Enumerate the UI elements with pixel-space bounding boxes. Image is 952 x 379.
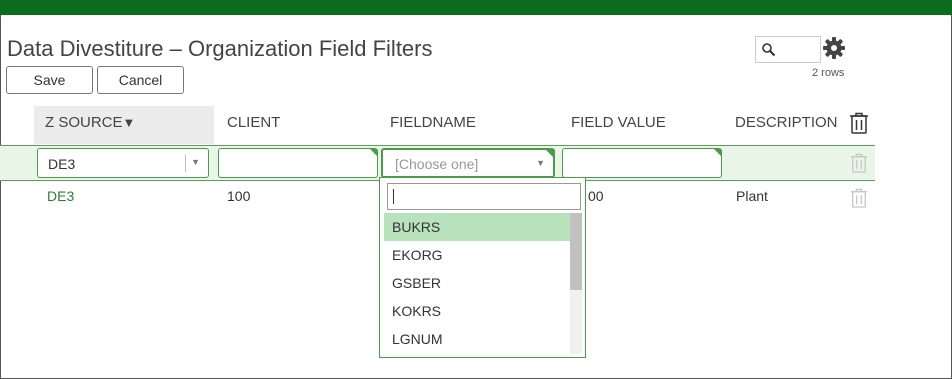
row-client: 100 <box>227 188 251 204</box>
dropdown-option-kokrs[interactable]: KOKRS <box>384 297 570 325</box>
required-marker <box>714 149 721 156</box>
column-header-description[interactable]: DESCRIPTION <box>735 114 838 131</box>
search-input[interactable] <box>755 36 821 63</box>
dropdown-option-ekorg[interactable]: EKORG <box>384 241 570 269</box>
client-input[interactable] <box>218 148 378 178</box>
caret-down-icon: ▼ <box>191 157 200 167</box>
row-z-source[interactable]: DE3 <box>47 188 74 204</box>
fieldname-placeholder: [Choose one] <box>395 156 479 172</box>
trash-icon[interactable] <box>849 112 869 134</box>
row-field-value: 00 <box>588 188 604 204</box>
text-cursor <box>393 189 394 204</box>
column-header-fieldname[interactable]: FIELDNAME <box>390 114 476 131</box>
dropdown-search-input[interactable] <box>387 183 581 210</box>
fieldname-select[interactable]: [Choose one] ▼ <box>381 148 555 178</box>
dropdown-options: BUKRS EKORG GSBER KOKRS LGNUM <box>384 213 570 353</box>
column-label: Z SOURCE <box>45 114 123 131</box>
column-header-z-source[interactable]: Z SOURCE▼ <box>45 114 135 131</box>
save-button[interactable]: Save <box>6 66 93 94</box>
caret-down-icon: ▼ <box>536 158 545 168</box>
fieldname-dropdown: BUKRS EKORG GSBER KOKRS LGNUM <box>379 177 586 358</box>
trash-icon[interactable] <box>850 187 868 209</box>
top-bar <box>0 0 952 15</box>
column-header-field-value[interactable]: FIELD VALUE <box>571 114 666 131</box>
cancel-button[interactable]: Cancel <box>97 66 184 94</box>
dropdown-option-gsber[interactable]: GSBER <box>384 269 570 297</box>
column-header-client[interactable]: CLIENT <box>227 114 280 131</box>
select-separator <box>185 155 186 172</box>
z-source-value: DE3 <box>48 156 76 172</box>
required-marker <box>370 149 377 156</box>
dropdown-option-lgnum[interactable]: LGNUM <box>384 325 570 353</box>
dropdown-option-bukrs[interactable]: BUKRS <box>384 213 570 241</box>
required-marker <box>546 150 553 157</box>
search-icon <box>762 43 776 57</box>
page-title: Data Divestiture – Organization Field Fi… <box>7 36 433 61</box>
rows-count: 2 rows <box>812 67 845 79</box>
gear-icon[interactable] <box>822 36 846 60</box>
z-source-select[interactable]: DE3 ▼ <box>37 148 209 178</box>
row-description: Plant <box>736 188 768 204</box>
field-value-input[interactable] <box>562 148 722 178</box>
trash-icon[interactable] <box>850 152 868 174</box>
scrollbar-thumb[interactable] <box>570 213 582 290</box>
sort-desc-icon: ▼ <box>122 115 136 130</box>
